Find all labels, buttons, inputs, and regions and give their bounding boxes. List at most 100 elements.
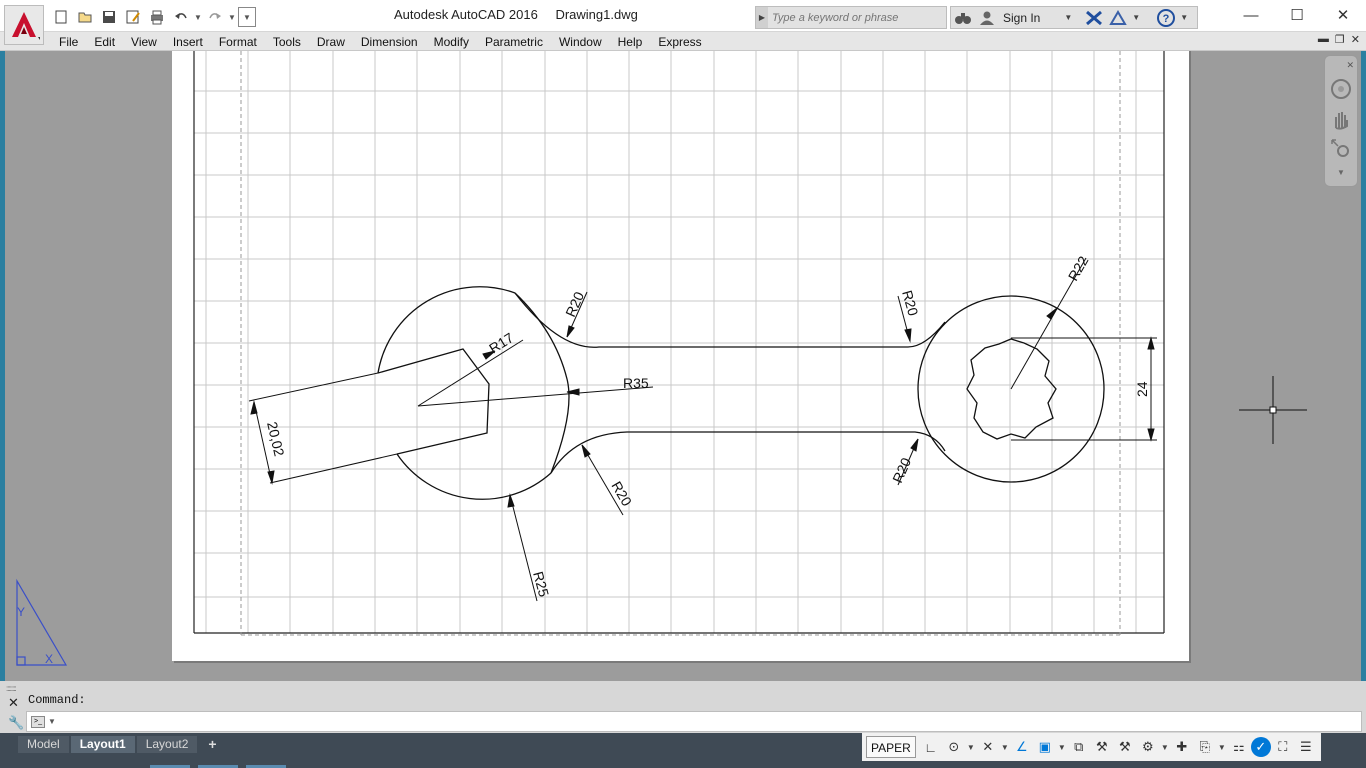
object-snap-tracking-icon[interactable]: ∠ — [1011, 735, 1033, 759]
recent-commands-icon[interactable]: >_ — [31, 715, 45, 728]
menu-draw[interactable]: Draw — [309, 33, 353, 51]
model-paper-toggle[interactable]: PAPER — [866, 736, 916, 758]
exchange-apps-icon[interactable] — [1084, 8, 1104, 28]
menu-parametric[interactable]: Parametric — [477, 33, 551, 51]
redo-icon[interactable] — [204, 6, 226, 28]
a360-dropdown-icon[interactable]: ▼ — [1132, 13, 1140, 22]
customization-menu-icon[interactable]: ☰ — [1295, 735, 1317, 759]
undo-dropdown-icon[interactable]: ▼ — [194, 7, 202, 27]
tab-model[interactable]: Model — [18, 736, 69, 753]
isodraft-dropdown-icon[interactable]: ▼ — [1000, 735, 1010, 759]
help-search-input[interactable] — [768, 11, 938, 24]
navigation-bar: ✕ ▼ — [1324, 55, 1358, 187]
tab-layout2[interactable]: Layout2 — [136, 736, 198, 753]
object-snap-dropdown-icon[interactable]: ▼ — [1057, 735, 1067, 759]
annotation-scale-icon[interactable]: ⚒ — [1091, 735, 1113, 759]
customize-qat-icon[interactable]: ▼ — [238, 7, 256, 27]
search-expand-icon[interactable]: ▶ — [756, 7, 768, 28]
isodraft-icon[interactable]: ✕ — [977, 735, 999, 759]
application-menu-button[interactable] — [4, 5, 44, 45]
customize-wrench-icon[interactable]: 🔧 — [8, 715, 24, 731]
clean-screen-icon[interactable]: ⛶ — [1272, 735, 1294, 759]
dim-20-02: 20,02 — [264, 420, 288, 458]
undo-icon[interactable] — [170, 6, 192, 28]
steering-wheel-icon[interactable] — [1328, 77, 1354, 101]
menu-dimension[interactable]: Dimension — [353, 33, 426, 51]
menu-view[interactable]: View — [123, 33, 165, 51]
window-title: Autodesk AutoCAD 2016 Drawing1.dwg — [394, 7, 652, 22]
tab-layout1[interactable]: Layout1 — [70, 736, 135, 753]
dimension-labels: R17 R35 R20 R20 R25 R20 R20 R22 20,02 24 — [264, 253, 1150, 599]
status-toolbar: PAPER ∟ ⊙ ▼ ✕ ▼ ∠ ▣ ▼ ⧉ ⚒ ⚒ ⚙ ▼ ✚ ⎘ ▼ ⚏ … — [862, 733, 1321, 761]
close-icon[interactable]: ✕ — [1320, 0, 1366, 30]
annotation-monitor-icon[interactable]: ✚ — [1171, 735, 1193, 759]
menu-format[interactable]: Format — [211, 33, 265, 51]
navbar-close-icon[interactable]: ✕ — [1346, 60, 1354, 71]
command-history: Command: — [28, 693, 86, 707]
menu-insert[interactable]: Insert — [165, 33, 211, 51]
drawing-canvas[interactable]: R17 R35 R20 R20 R25 R20 R20 R22 20,02 24… — [5, 51, 1361, 681]
open-folder-icon[interactable] — [74, 6, 96, 28]
auto-scale-icon[interactable]: ⚒ — [1114, 735, 1136, 759]
add-layout-button[interactable]: + — [199, 736, 225, 753]
units-icon[interactable]: ⎘ — [1194, 735, 1216, 759]
object-snap-icon[interactable]: ▣ — [1034, 735, 1056, 759]
ortho-icon[interactable]: ∟ — [920, 735, 942, 759]
zoom-extents-icon[interactable] — [1328, 137, 1354, 161]
redo-dropdown-icon[interactable]: ▼ — [228, 7, 236, 27]
doc-minimize-icon[interactable]: ▬ — [1318, 33, 1329, 46]
user-icon[interactable] — [977, 8, 997, 28]
menu-items: File Edit View Insert Format Tools Draw … — [51, 33, 710, 51]
annotation-visibility-icon[interactable]: ⧉ — [1068, 735, 1090, 759]
menu-help[interactable]: Help — [610, 33, 651, 51]
autocad-logo-icon — [12, 12, 40, 40]
binoculars-icon[interactable] — [953, 8, 973, 28]
dim-r25: R25 — [530, 570, 552, 599]
workspace-dropdown-icon[interactable]: ▼ — [1160, 735, 1170, 759]
drawing-viewport[interactable]: R17 R35 R20 R20 R25 R20 R20 R22 20,02 24… — [5, 51, 1361, 681]
ucs-x-label: X — [45, 652, 53, 666]
quick-properties-icon[interactable]: ⚏ — [1228, 735, 1250, 759]
command-line-window: :::::::: ✕ Command: 🔧 >_ ▼ — [0, 681, 1366, 733]
command-close-icon[interactable]: ✕ — [8, 695, 19, 711]
menu-modify[interactable]: Modify — [426, 33, 477, 51]
minimize-icon[interactable]: — — [1228, 0, 1274, 30]
dim-r20-top-left: R20 — [562, 289, 587, 319]
plot-icon[interactable] — [146, 6, 168, 28]
dim-r20-bottom-left: R20 — [608, 479, 635, 509]
menu-bar: File Edit View Insert Format Tools Draw … — [0, 32, 1366, 51]
units-dropdown-icon[interactable]: ▼ — [1217, 735, 1227, 759]
menu-file[interactable]: File — [51, 33, 86, 51]
polar-dropdown-icon[interactable]: ▼ — [966, 735, 976, 759]
command-input[interactable] — [59, 714, 1260, 729]
grid — [194, 51, 1164, 633]
help-icon[interactable]: ? — [1156, 8, 1176, 28]
menu-edit[interactable]: Edit — [86, 33, 123, 51]
menu-tools[interactable]: Tools — [265, 33, 309, 51]
new-file-icon[interactable] — [50, 6, 72, 28]
menu-window[interactable]: Window — [551, 33, 610, 51]
doc-restore-icon[interactable]: ❐ — [1335, 33, 1345, 46]
recent-commands-dropdown-icon[interactable]: ▼ — [48, 717, 56, 726]
command-grip-icon[interactable]: :::::::: — [6, 684, 17, 693]
svg-text:?: ? — [1163, 13, 1170, 25]
pan-hand-icon[interactable] — [1328, 107, 1354, 131]
save-as-icon[interactable] — [122, 6, 144, 28]
a360-icon[interactable] — [1108, 8, 1128, 28]
isolate-objects-icon[interactable]: ✓ — [1250, 737, 1271, 757]
sign-in-link[interactable]: Sign In — [1003, 11, 1040, 25]
zoom-dropdown-icon[interactable]: ▼ — [1328, 167, 1354, 177]
ucs-icon — [16, 578, 68, 666]
doc-close-icon[interactable]: ✕ — [1351, 33, 1360, 46]
save-icon[interactable] — [98, 6, 120, 28]
sign-in-dropdown-icon[interactable]: ▼ — [1064, 13, 1072, 22]
dim-r22: R22 — [1065, 253, 1092, 283]
help-dropdown-icon[interactable]: ▼ — [1180, 13, 1188, 22]
status-bar: Model Layout1 Layout2 + PAPER ∟ ⊙ ▼ ✕ ▼ … — [0, 733, 1366, 768]
dimensions — [248, 257, 1157, 602]
maximize-icon[interactable]: ☐ — [1274, 0, 1320, 30]
polar-tracking-icon[interactable]: ⊙ — [943, 735, 965, 759]
workspace-gear-icon[interactable]: ⚙ — [1137, 735, 1159, 759]
menu-express[interactable]: Express — [650, 33, 709, 51]
dim-r20-bottom-right: R20 — [889, 455, 914, 485]
